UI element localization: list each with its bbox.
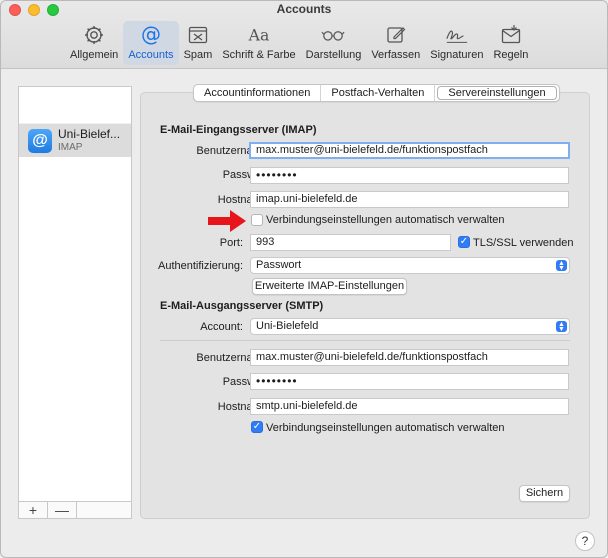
- account-name: Uni-Bielef...: [58, 126, 121, 141]
- add-account-button[interactable]: +: [19, 502, 48, 518]
- select-chevron-icon: ▲ ▼: [556, 260, 567, 272]
- tab-postfach-verhalten[interactable]: Postfach-Verhalten: [321, 85, 436, 101]
- incoming-auto-manage-label: Verbindungseinstellungen automatisch ver…: [266, 214, 505, 226]
- account-type: IMAP: [58, 141, 83, 153]
- font-icon: Aa: [247, 23, 271, 47]
- junk-tray-icon: [186, 23, 210, 47]
- select-chevron-icon: ▲ ▼: [556, 321, 567, 333]
- accounts-window: Accounts Allgemein @ Accounts Spam Aa Sc…: [0, 0, 608, 558]
- tls-label: TLS/SSL verwenden: [473, 237, 574, 249]
- svg-text:Aa: Aa: [248, 26, 270, 45]
- port-label: Port:: [219, 237, 243, 249]
- section-divider: [160, 340, 570, 341]
- settings-tabs: Accountinformationen Postfach-Verhalten …: [193, 84, 560, 102]
- toolbar-darstellung[interactable]: Darstellung: [301, 21, 367, 65]
- auth-label: Authentifizierung:: [158, 260, 243, 272]
- account-item-uni-bielefeld[interactable]: @ Uni-Bielef... IMAP: [19, 124, 131, 157]
- window-title: Accounts: [276, 2, 332, 16]
- tls-checkbox[interactable]: ✓: [458, 236, 470, 248]
- outgoing-username-field[interactable]: max.muster@uni-bielefeld.de/funktionspos…: [250, 349, 569, 366]
- auth-select[interactable]: Passwort ▲ ▼: [250, 257, 570, 274]
- at-icon: @: [28, 128, 52, 153]
- toolbar-signaturen[interactable]: Signaturen: [425, 21, 488, 65]
- at-icon: @: [139, 23, 163, 47]
- incoming-server-title: E-Mail-Eingangsserver (IMAP): [160, 124, 317, 136]
- outgoing-account-label: Account:: [200, 321, 243, 333]
- outgoing-auto-manage-label: Verbindungseinstellungen automatisch ver…: [266, 422, 505, 434]
- outgoing-hostname-field[interactable]: smtp.uni-bielefeld.de: [250, 398, 569, 415]
- gear-icon: [82, 23, 106, 47]
- port-field[interactable]: 993: [250, 234, 451, 251]
- svg-text:@: @: [141, 24, 161, 46]
- advanced-imap-settings-button[interactable]: Erweiterte IMAP-Einstellungen: [252, 278, 407, 295]
- rules-icon: [499, 23, 523, 47]
- red-arrow-icon: [208, 210, 246, 232]
- outgoing-auto-manage-checkbox[interactable]: ✓: [251, 421, 263, 433]
- tab-accountinformationen[interactable]: Accountinformationen: [194, 85, 322, 101]
- title-bar: Accounts Allgemein @ Accounts Spam Aa Sc…: [1, 1, 607, 69]
- help-button[interactable]: ?: [575, 531, 595, 551]
- auth-value: Passwort: [256, 259, 302, 271]
- sidebar-footer: + —: [19, 501, 131, 518]
- remove-account-button[interactable]: —: [48, 502, 77, 518]
- preferences-toolbar: Allgemein @ Accounts Spam Aa Schrift & F…: [65, 21, 533, 65]
- incoming-hostname-field[interactable]: imap.uni-bielefeld.de: [250, 191, 569, 208]
- toolbar-allgemein[interactable]: Allgemein: [65, 21, 123, 65]
- outgoing-account-select[interactable]: Uni-Bielefeld ▲ ▼: [250, 318, 570, 335]
- toolbar-spam[interactable]: Spam: [179, 21, 218, 65]
- accounts-list: @ Uni-Bielef... IMAP + —: [18, 86, 132, 519]
- toolbar-schrift-farbe[interactable]: Aa Schrift & Farbe: [217, 21, 300, 65]
- outgoing-server-title: E-Mail-Ausgangsserver (SMTP): [160, 300, 324, 312]
- incoming-password-field[interactable]: ••••••••: [250, 167, 569, 184]
- compose-icon: [384, 23, 408, 47]
- toolbar-accounts[interactable]: @ Accounts: [123, 21, 179, 65]
- incoming-auto-manage-checkbox[interactable]: [251, 214, 263, 226]
- outgoing-account-value: Uni-Bielefeld: [256, 320, 319, 332]
- save-button[interactable]: Sichern: [519, 485, 570, 502]
- incoming-username-field[interactable]: max.muster@uni-bielefeld.de/funktionspos…: [249, 142, 570, 159]
- signature-icon: [445, 23, 469, 47]
- tab-servereinstellungen[interactable]: Servereinstellungen: [437, 86, 557, 100]
- glasses-icon: [321, 23, 345, 47]
- outgoing-password-field[interactable]: ••••••••: [250, 373, 569, 390]
- toolbar-verfassen[interactable]: Verfassen: [366, 21, 425, 65]
- toolbar-regeln[interactable]: Regeln: [488, 21, 533, 65]
